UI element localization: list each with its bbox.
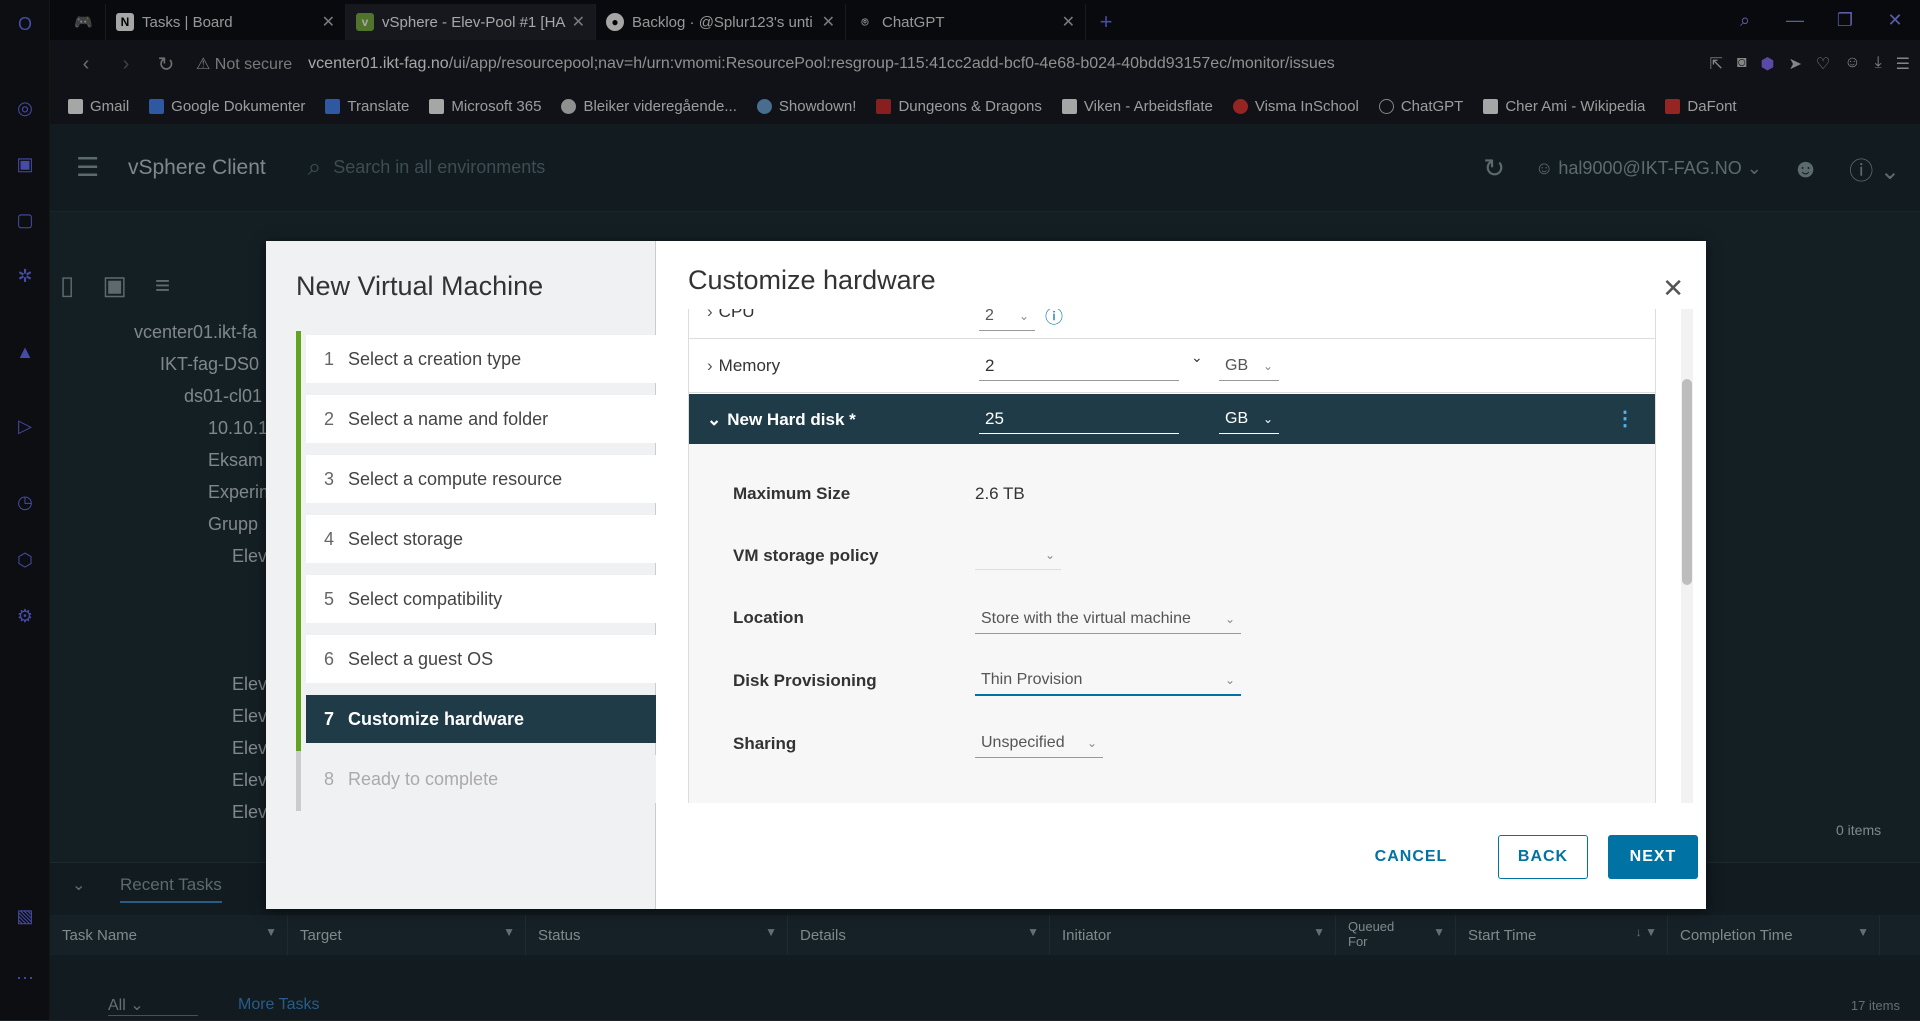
page-title: Customize hardware (688, 265, 936, 295)
wizard-title: New Virtual Machine (296, 271, 544, 301)
back-button[interactable]: BACK (1498, 835, 1588, 879)
memory-label: Memory (718, 355, 781, 375)
disk-unit-select[interactable]: GB ⌄ (1219, 404, 1279, 434)
step-number: 7 (324, 708, 335, 729)
chevron-down-icon: ⌄ (1086, 735, 1097, 750)
wizard-step-3[interactable]: 3 Select a compute resource (296, 451, 656, 511)
provisioning-value: Thin Provision (981, 671, 1083, 688)
max-size-label: Maximum Size (733, 484, 851, 503)
chevron-down-icon: ⌄ (1262, 358, 1273, 373)
close-icon[interactable]: ✕ (1662, 273, 1684, 304)
disk-unit: GB (1225, 409, 1249, 427)
storage-policy-select[interactable]: ⌄ (975, 540, 1061, 570)
step-number: 1 (324, 348, 335, 369)
memory-value: 2 (985, 355, 995, 375)
location-select[interactable]: Store with the virtual machine ⌄ (975, 604, 1241, 634)
wizard-sidebar: New Virtual Machine 1 Select a creation t… (266, 241, 656, 909)
cpu-row: › CPU 2 ⌄ ⓘ (689, 309, 1655, 339)
new-vm-dialog: New Virtual Machine 1 Select a creation t… (266, 241, 1706, 909)
hardware-list: › CPU 2 ⌄ ⓘ › Memory 2 ⌄ GB ⌄ ⌄ New Hard disk… (688, 309, 1656, 803)
max-size-value: 2.6 TB (975, 484, 1025, 503)
step-number: 4 (324, 528, 335, 549)
memory-input[interactable]: 2 (979, 351, 1179, 381)
storage-policy-label: VM storage policy (733, 546, 879, 565)
wizard-step-1[interactable]: 1 Select a creation type (296, 331, 656, 391)
sharing-select[interactable]: Unspecified ⌄ (975, 728, 1103, 758)
chevron-down-icon: ⌄ (1224, 611, 1235, 626)
step-number: 3 (324, 468, 335, 489)
step-label: Customize hardware (348, 708, 525, 729)
cpu-value: 2 (985, 309, 994, 324)
chevron-down-icon: ⌄ (1018, 309, 1029, 323)
disk-label: New Hard disk * (727, 409, 856, 429)
more-actions-icon[interactable]: ⋮ (1615, 406, 1635, 431)
location-value: Store with the virtual machine (981, 609, 1191, 627)
chevron-down-icon[interactable]: ⌄ (1191, 349, 1203, 366)
chevron-down-icon: ⌄ (1262, 411, 1273, 426)
wizard-step-2[interactable]: 2 Select a name and folder (296, 391, 656, 451)
step-label: Select a compute resource (348, 468, 563, 489)
step-number: 5 (324, 588, 335, 609)
sharing-label: Sharing (733, 734, 797, 753)
scrollbar-thumb[interactable] (1682, 379, 1692, 585)
disk-size-input[interactable]: 25 (979, 404, 1179, 434)
next-button[interactable]: NEXT (1608, 835, 1698, 879)
wizard-step-7[interactable]: 7 Customize hardware (296, 691, 656, 751)
info-icon[interactable]: ⓘ (1045, 309, 1063, 329)
wizard-step-4[interactable]: 4 Select storage (296, 511, 656, 571)
step-label: Select compatibility (348, 588, 503, 609)
disk-details: Maximum Size 2.6 TB VM storage policy ⌄ … (689, 444, 1655, 803)
step-number: 8 (324, 768, 335, 789)
sharing-value: Unspecified (981, 733, 1065, 751)
step-number: 2 (324, 408, 335, 429)
wizard-step-5[interactable]: 5 Select compatibility (296, 571, 656, 631)
memory-row: › Memory 2 ⌄ GB ⌄ (689, 339, 1655, 393)
new-hard-disk-row: ⌄ New Hard disk * 25 GB ⌄ ⋮ (689, 394, 1655, 446)
wizard-steps: 1 Select a creation type 2 Select a name a… (296, 331, 656, 811)
memory-unit: GB (1225, 356, 1249, 374)
chevron-down-icon[interactable]: ⌄ (707, 410, 721, 429)
chevron-down-icon: ⌄ (1224, 673, 1235, 687)
wizard-step-8: 8 Ready to complete (296, 751, 656, 811)
step-label: Select a name and folder (348, 408, 549, 429)
step-number: 6 (324, 648, 335, 669)
chevron-right-icon[interactable]: › (707, 309, 713, 321)
step-label: Ready to complete (348, 768, 499, 789)
wizard-step-6[interactable]: 6 Select a guest OS (296, 631, 656, 691)
chevron-right-icon[interactable]: › (707, 356, 713, 375)
step-label: Select storage (348, 528, 464, 549)
chevron-down-icon: ⌄ (1044, 547, 1055, 562)
cpu-label: CPU (718, 309, 755, 321)
memory-unit-select[interactable]: GB ⌄ (1219, 351, 1279, 381)
wizard-content: Customize hardware ✕ › CPU 2 ⌄ ⓘ › Memory 2… (656, 241, 1706, 909)
provisioning-select[interactable]: Thin Provision ⌄ (975, 666, 1241, 696)
location-label: Location (733, 608, 804, 627)
cpu-select[interactable]: 2 ⌄ (979, 309, 1035, 331)
disk-size-value: 25 (985, 408, 1004, 428)
cancel-button[interactable]: CANCEL (1356, 835, 1466, 879)
step-label: Select a guest OS (348, 648, 494, 669)
step-label: Select a creation type (348, 348, 522, 369)
provisioning-label: Disk Provisioning (733, 671, 877, 690)
